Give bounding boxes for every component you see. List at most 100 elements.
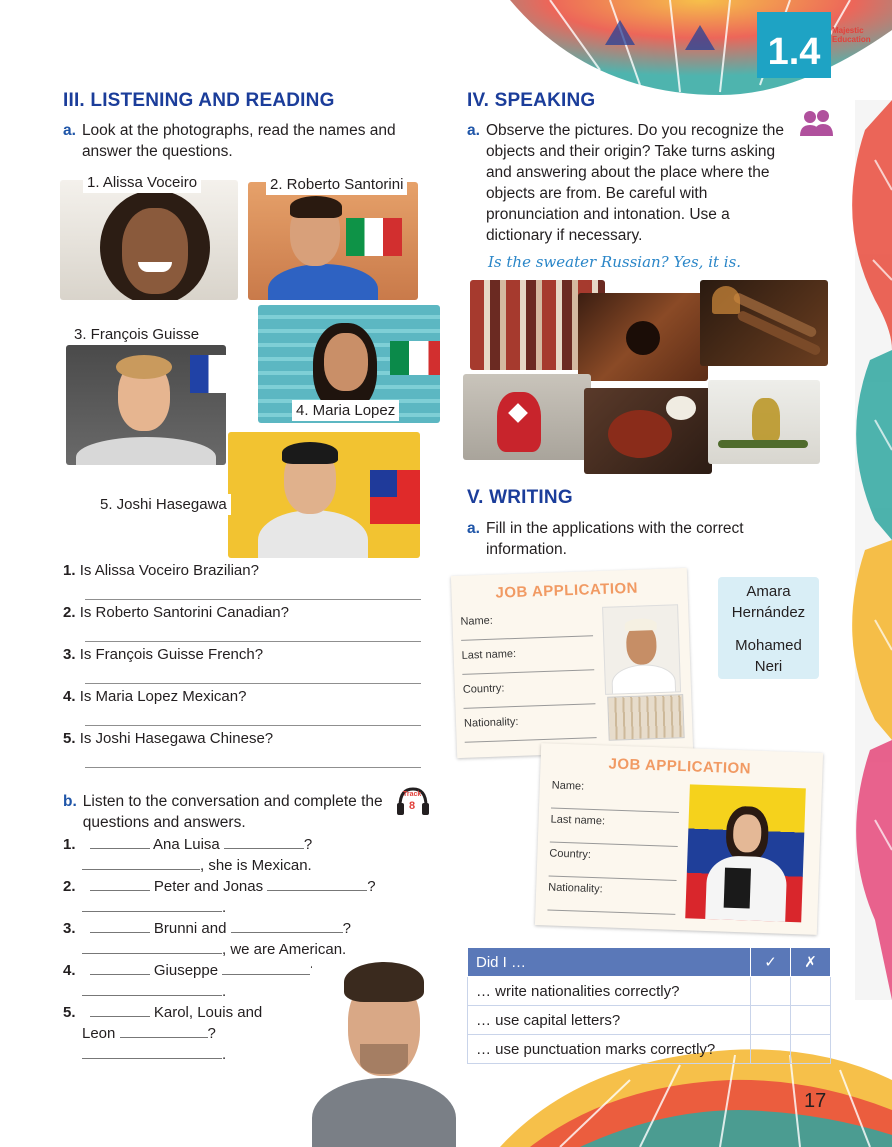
cross-cell[interactable] [790, 1005, 831, 1035]
question-1: 1. Is Alissa Voceiro Brazilian? [63, 562, 259, 579]
check-mark-icon: ✓ [750, 947, 791, 977]
item-text: ? [303, 836, 313, 853]
item-letter: a. [63, 122, 76, 139]
name-label-5: 5. Joshi Hasegawa [96, 494, 231, 515]
flag-italy-icon [346, 218, 402, 256]
blank[interactable] [89, 834, 150, 849]
brand-logo: Majestic Education [832, 26, 871, 44]
blank[interactable] [89, 876, 150, 891]
dialog-item-1: 1. Ana Luisa ? , she is Mexican. [63, 834, 423, 876]
item-text: , we are American. [222, 941, 347, 958]
field-label-nationality: Nationality: [548, 881, 603, 896]
field-input-lastname[interactable] [549, 841, 678, 847]
blank[interactable] [82, 981, 222, 996]
field-label-nationality: Nationality: [463, 715, 519, 730]
question-number: 2. [63, 604, 76, 621]
question-text: Is Roberto Santorini Canadian? [79, 604, 289, 621]
dialog-item-3: 3. Brunni and ? , we are American. [63, 918, 423, 960]
section-speaking-title: IV. SPEAKING [467, 90, 596, 111]
blank[interactable] [89, 960, 150, 975]
blank[interactable] [82, 897, 222, 912]
question-text: Is Alissa Voceiro Brazilian? [79, 562, 259, 579]
cross-mark-icon: ✗ [790, 947, 831, 977]
writing-instruction-a: a. Fill in the applications with the cor… [467, 518, 787, 560]
blank[interactable] [222, 960, 311, 975]
flag-taiwan-icon [370, 470, 420, 524]
item-number: 1. [63, 836, 76, 853]
blank[interactable] [267, 876, 368, 891]
answer-line-2[interactable] [85, 640, 421, 642]
instruction-text: Fill in the applications with the correc… [485, 520, 744, 558]
photo-joshi [228, 432, 420, 558]
page-number: 17 [804, 1090, 827, 1112]
speaking-instruction-a: a. Observe the pictures. Do you recogniz… [467, 120, 797, 246]
field-input-country[interactable] [548, 875, 677, 881]
brand-line-2: Education [832, 35, 871, 44]
egypt-drawing-image [607, 694, 685, 741]
item-number: 5. [63, 1004, 76, 1021]
item-number: 3. [63, 920, 76, 937]
field-input-country[interactable] [463, 703, 596, 709]
brand-line-1: Majestic [832, 26, 864, 35]
answer-line-3[interactable] [85, 682, 421, 684]
item-letter: b. [63, 793, 77, 810]
field-label-name: Name: [551, 779, 585, 793]
item-text: Peter and Jonas [153, 878, 264, 895]
checklist-item: … write nationalities correctly? [467, 976, 751, 1006]
blank[interactable] [82, 855, 200, 870]
field-input-nationality[interactable] [547, 909, 676, 915]
name-option: Amara [746, 583, 791, 600]
blank[interactable] [82, 1044, 222, 1059]
job-application-card-1: JOB APPLICATION Name: Last name: Country… [450, 567, 694, 759]
field-input-name[interactable] [550, 807, 679, 813]
photo-mittens [463, 374, 591, 460]
answer-line-5[interactable] [85, 766, 421, 768]
job-application-card-2: JOB APPLICATION Name: Last name: Country… [534, 743, 824, 935]
blank[interactable] [89, 1002, 150, 1017]
field-label-lastname: Last name: [461, 647, 517, 662]
instruction-text: Look at the photographs, read the names … [81, 122, 396, 160]
field-input-name[interactable] [461, 635, 594, 641]
item-letter: a. [467, 520, 480, 537]
field-input-nationality[interactable] [464, 737, 597, 743]
item-text: Brunni and [153, 920, 227, 937]
speaking-example: Is the sweater Russian? Yes, it is. [488, 253, 742, 271]
checklist-item: … use punctuation marks correctly? [467, 1034, 751, 1064]
cross-cell[interactable] [790, 1034, 831, 1064]
check-cell[interactable] [750, 976, 791, 1006]
dialog-item-5: 5. Karol, Louis and Leon ? . [63, 1002, 303, 1065]
question-text: Is Maria Lopez Mexican? [79, 688, 247, 705]
blank[interactable] [230, 918, 343, 933]
instruction-text: Listen to the conversation and complete … [82, 793, 383, 831]
answer-line-1[interactable] [85, 598, 421, 600]
field-label-country: Country: [549, 847, 592, 861]
field-label-name: Name: [460, 614, 494, 628]
cross-cell[interactable] [790, 976, 831, 1006]
table-row: … use capital letters? [467, 1005, 831, 1035]
photo-alissa [60, 180, 238, 300]
question-number: 5. [63, 730, 76, 747]
check-cell[interactable] [750, 1034, 791, 1064]
checklist-item: … use capital letters? [467, 1005, 751, 1035]
check-cell[interactable] [750, 1005, 791, 1035]
name-option: Mohamed [735, 637, 802, 654]
photo-cigars [700, 280, 828, 366]
blank[interactable] [223, 834, 304, 849]
blank[interactable] [119, 1023, 208, 1038]
question-number: 3. [63, 646, 76, 663]
item-text: Giuseppe [153, 962, 219, 979]
listening-instruction-b: b. Listen to the conversation and comple… [63, 791, 393, 833]
table-row: … write nationalities correctly? [467, 976, 831, 1006]
item-text: Ana Luisa [153, 836, 220, 853]
headphones-icon: Track 8 [396, 786, 430, 816]
field-input-lastname[interactable] [462, 669, 595, 675]
flag-france-icon [190, 355, 226, 393]
dialog-item-2: 2. Peter and Jonas ? . [63, 876, 423, 918]
photo-olive-oil [708, 380, 820, 464]
question-3: 3. Is François Guisse French? [63, 646, 263, 663]
blank[interactable] [82, 939, 222, 954]
name-label-4: 4. Maria Lopez [292, 400, 400, 421]
answer-line-4[interactable] [85, 724, 421, 726]
blank[interactable] [89, 918, 150, 933]
item-number: 4. [63, 962, 76, 979]
